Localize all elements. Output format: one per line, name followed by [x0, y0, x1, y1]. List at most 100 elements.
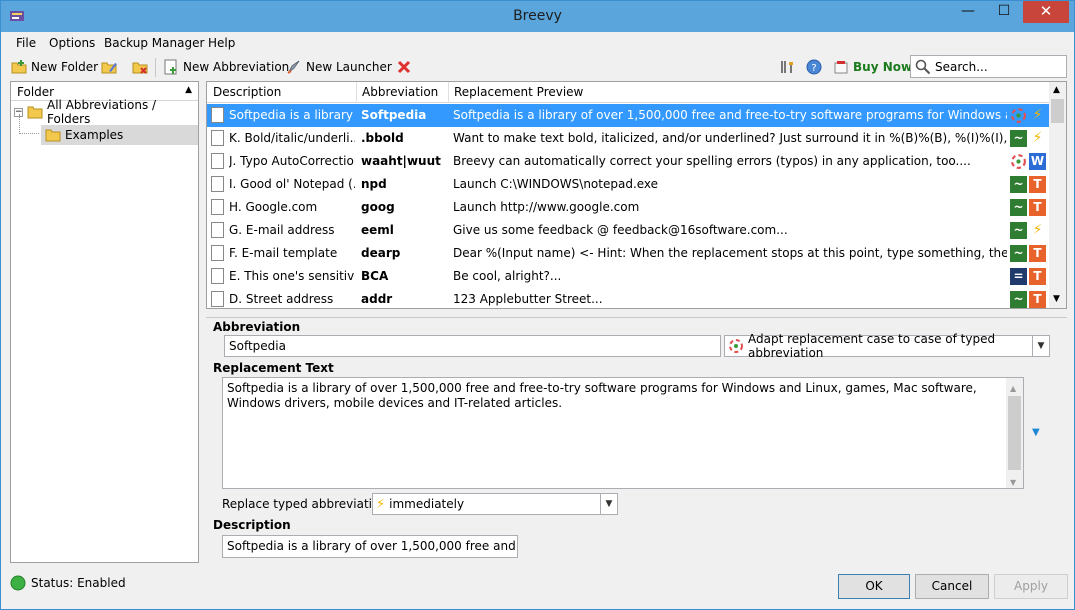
description-cell: I. Good ol' Notepad (... — [229, 177, 355, 191]
new-abbreviation-label: New Abbreviation — [183, 60, 290, 74]
wave-icon: ~ — [1010, 245, 1027, 262]
status-enabled-icon — [10, 575, 26, 591]
row-badges: ~ T — [1010, 199, 1046, 216]
wave-icon: ~ — [1010, 291, 1027, 308]
text-icon: T — [1029, 176, 1046, 193]
replace-timing-value: immediately — [389, 497, 465, 511]
chevron-down-icon[interactable]: ▼ — [600, 494, 617, 514]
delete-folder-icon[interactable] — [132, 59, 148, 75]
maximize-button[interactable]: ☐ — [987, 1, 1021, 23]
search-input[interactable]: Search... — [910, 55, 1067, 78]
menu-backup-manager[interactable]: Backup Manager — [104, 36, 204, 50]
table-row[interactable]: K. Bold/italic/underli... .bbold Want to m… — [207, 127, 1049, 150]
column-separator[interactable] — [448, 82, 449, 103]
description-cell: G. E-mail address — [229, 223, 335, 237]
table-row[interactable]: Softpedia is a library ... Softpedia Softp… — [207, 104, 1049, 127]
preview-cell: Launch http://www.google.com — [453, 200, 640, 214]
wave-icon: ~ — [1010, 199, 1027, 216]
scroll-up-icon[interactable]: ▲ — [1053, 85, 1060, 95]
lightning-icon: ⚡ — [1032, 107, 1043, 123]
preview-cell: Want to make text bold, italicized, and/… — [453, 131, 1007, 145]
folder-tree: − All Abbreviations / Folders Examples — [11, 98, 198, 561]
tools-icon[interactable] — [779, 59, 795, 75]
row-badges: ~ T — [1010, 291, 1046, 308]
scroll-thumb[interactable] — [1008, 396, 1021, 470]
abbreviation-label: Abbreviation — [213, 320, 301, 334]
close-button[interactable]: ✕ — [1023, 1, 1069, 23]
column-description[interactable]: Description — [213, 85, 281, 99]
ok-button[interactable]: OK — [838, 574, 910, 599]
row-badges: ~ ⚡ — [1010, 130, 1046, 147]
textarea-scrollbar[interactable]: ▲ ▼ — [1006, 378, 1023, 488]
column-abbreviation[interactable]: Abbreviation — [362, 85, 438, 99]
table-row[interactable]: E. This one's sensitive! BCA Be cool, alri… — [207, 265, 1049, 288]
table-row[interactable]: D. Street address addr 123 Applebutter Str… — [207, 288, 1049, 308]
wave-icon: ~ — [1010, 130, 1027, 147]
abbreviation-cell: addr — [361, 292, 393, 306]
buy-now-button[interactable]: Buy Now — [833, 57, 912, 77]
expand-arrow-icon[interactable]: ▼ — [1032, 427, 1040, 438]
menu-file[interactable]: File — [16, 36, 36, 50]
new-folder-icon — [11, 60, 27, 74]
preview-cell: Be cool, alright?... — [453, 269, 562, 283]
abbreviation-cell: npd — [361, 177, 387, 191]
replace-timing-select[interactable]: ⚡ immediately ▼ — [372, 493, 618, 515]
preview-cell: Softpedia is a library of over 1,500,000… — [453, 108, 1007, 122]
row-badges: ~ ⚡ — [1010, 222, 1046, 239]
tree-item-label: Examples — [65, 128, 124, 142]
help-icon[interactable]: ? — [806, 59, 822, 75]
preview-cell: Launch C:\WINDOWS\notepad.exe — [453, 177, 659, 191]
table-row[interactable]: H. Google.com goog Launch http://www.googl… — [207, 196, 1049, 219]
case-icon — [1010, 153, 1027, 170]
text-icon: T — [1029, 199, 1046, 216]
new-abbreviation-button[interactable]: New Abbreviation — [163, 57, 289, 77]
title-bar[interactable]: Breevy — ☐ ✕ — [1, 1, 1074, 32]
description-field[interactable]: Softpedia is a library of over 1,500,000… — [222, 535, 518, 558]
new-launcher-button[interactable]: New Launcher — [286, 57, 392, 77]
table-row[interactable]: G. E-mail address eeml Give us some feedba… — [207, 219, 1049, 242]
document-icon — [211, 222, 224, 238]
replacement-text-area[interactable]: Softpedia is a library of over 1,500,000… — [222, 377, 1024, 489]
tree-line — [19, 133, 39, 134]
document-icon — [211, 268, 224, 284]
scroll-up-icon[interactable]: ▲ — [1010, 381, 1016, 396]
row-badges: ~ T — [1010, 176, 1046, 193]
new-folder-button[interactable]: New Folder — [11, 57, 98, 77]
column-replacement-preview[interactable]: Replacement Preview — [454, 85, 583, 99]
lightning-icon: ⚡ — [1032, 222, 1043, 238]
abbreviation-cell: Softpedia — [361, 108, 427, 122]
scroll-down-icon[interactable]: ▼ — [1010, 475, 1016, 490]
delete-icon[interactable] — [396, 59, 412, 75]
tree-item-examples[interactable]: Examples — [41, 125, 198, 145]
abbreviation-field[interactable]: Softpedia — [224, 335, 721, 357]
apply-button[interactable]: Apply — [994, 574, 1068, 599]
pane-splitter[interactable] — [206, 317, 1067, 318]
rename-folder-icon[interactable] — [101, 59, 117, 75]
chevron-down-icon[interactable]: ▼ — [1032, 336, 1049, 356]
table-row[interactable]: J. Typo AutoCorrection waaht|wuut Breevy c… — [207, 150, 1049, 173]
tree-root-item[interactable]: − All Abbreviations / Folders — [14, 98, 198, 126]
preview-cell: 123 Applebutter Street... — [453, 292, 603, 306]
search-icon — [915, 59, 931, 74]
column-separator[interactable] — [356, 82, 357, 103]
cancel-button[interactable]: Cancel — [915, 574, 989, 599]
toolbar: New Folder New Abbreviation New Launcher… — [1, 54, 1074, 79]
case-icon — [729, 339, 743, 353]
row-badges: W — [1010, 153, 1046, 170]
table-row[interactable]: F. E-mail template dearp Dear %(Input name… — [207, 242, 1049, 265]
scroll-thumb[interactable] — [1051, 99, 1064, 123]
minimize-button[interactable]: — — [951, 1, 985, 23]
lightning-icon: ⚡ — [1032, 130, 1043, 146]
preview-cell: Give us some feedback @ feedback@16softw… — [453, 223, 788, 237]
menu-options[interactable]: Options — [49, 36, 95, 50]
list-scrollbar[interactable]: ▲ ▼ — [1049, 82, 1066, 308]
table-row[interactable]: I. Good ol' Notepad (... npd Launch C:\WIN… — [207, 173, 1049, 196]
status-text: Status: Enabled — [31, 576, 126, 590]
abbreviation-cell: .bbold — [361, 131, 404, 145]
row-badges: ⚡ — [1010, 107, 1046, 124]
scroll-down-icon[interactable]: ▼ — [1053, 294, 1060, 304]
case-option-select[interactable]: Adapt replacement case to case of typed … — [724, 332, 1050, 360]
wave-icon: ~ — [1010, 176, 1027, 193]
menu-help[interactable]: Help — [208, 36, 235, 50]
row-badges: = T — [1010, 268, 1046, 285]
